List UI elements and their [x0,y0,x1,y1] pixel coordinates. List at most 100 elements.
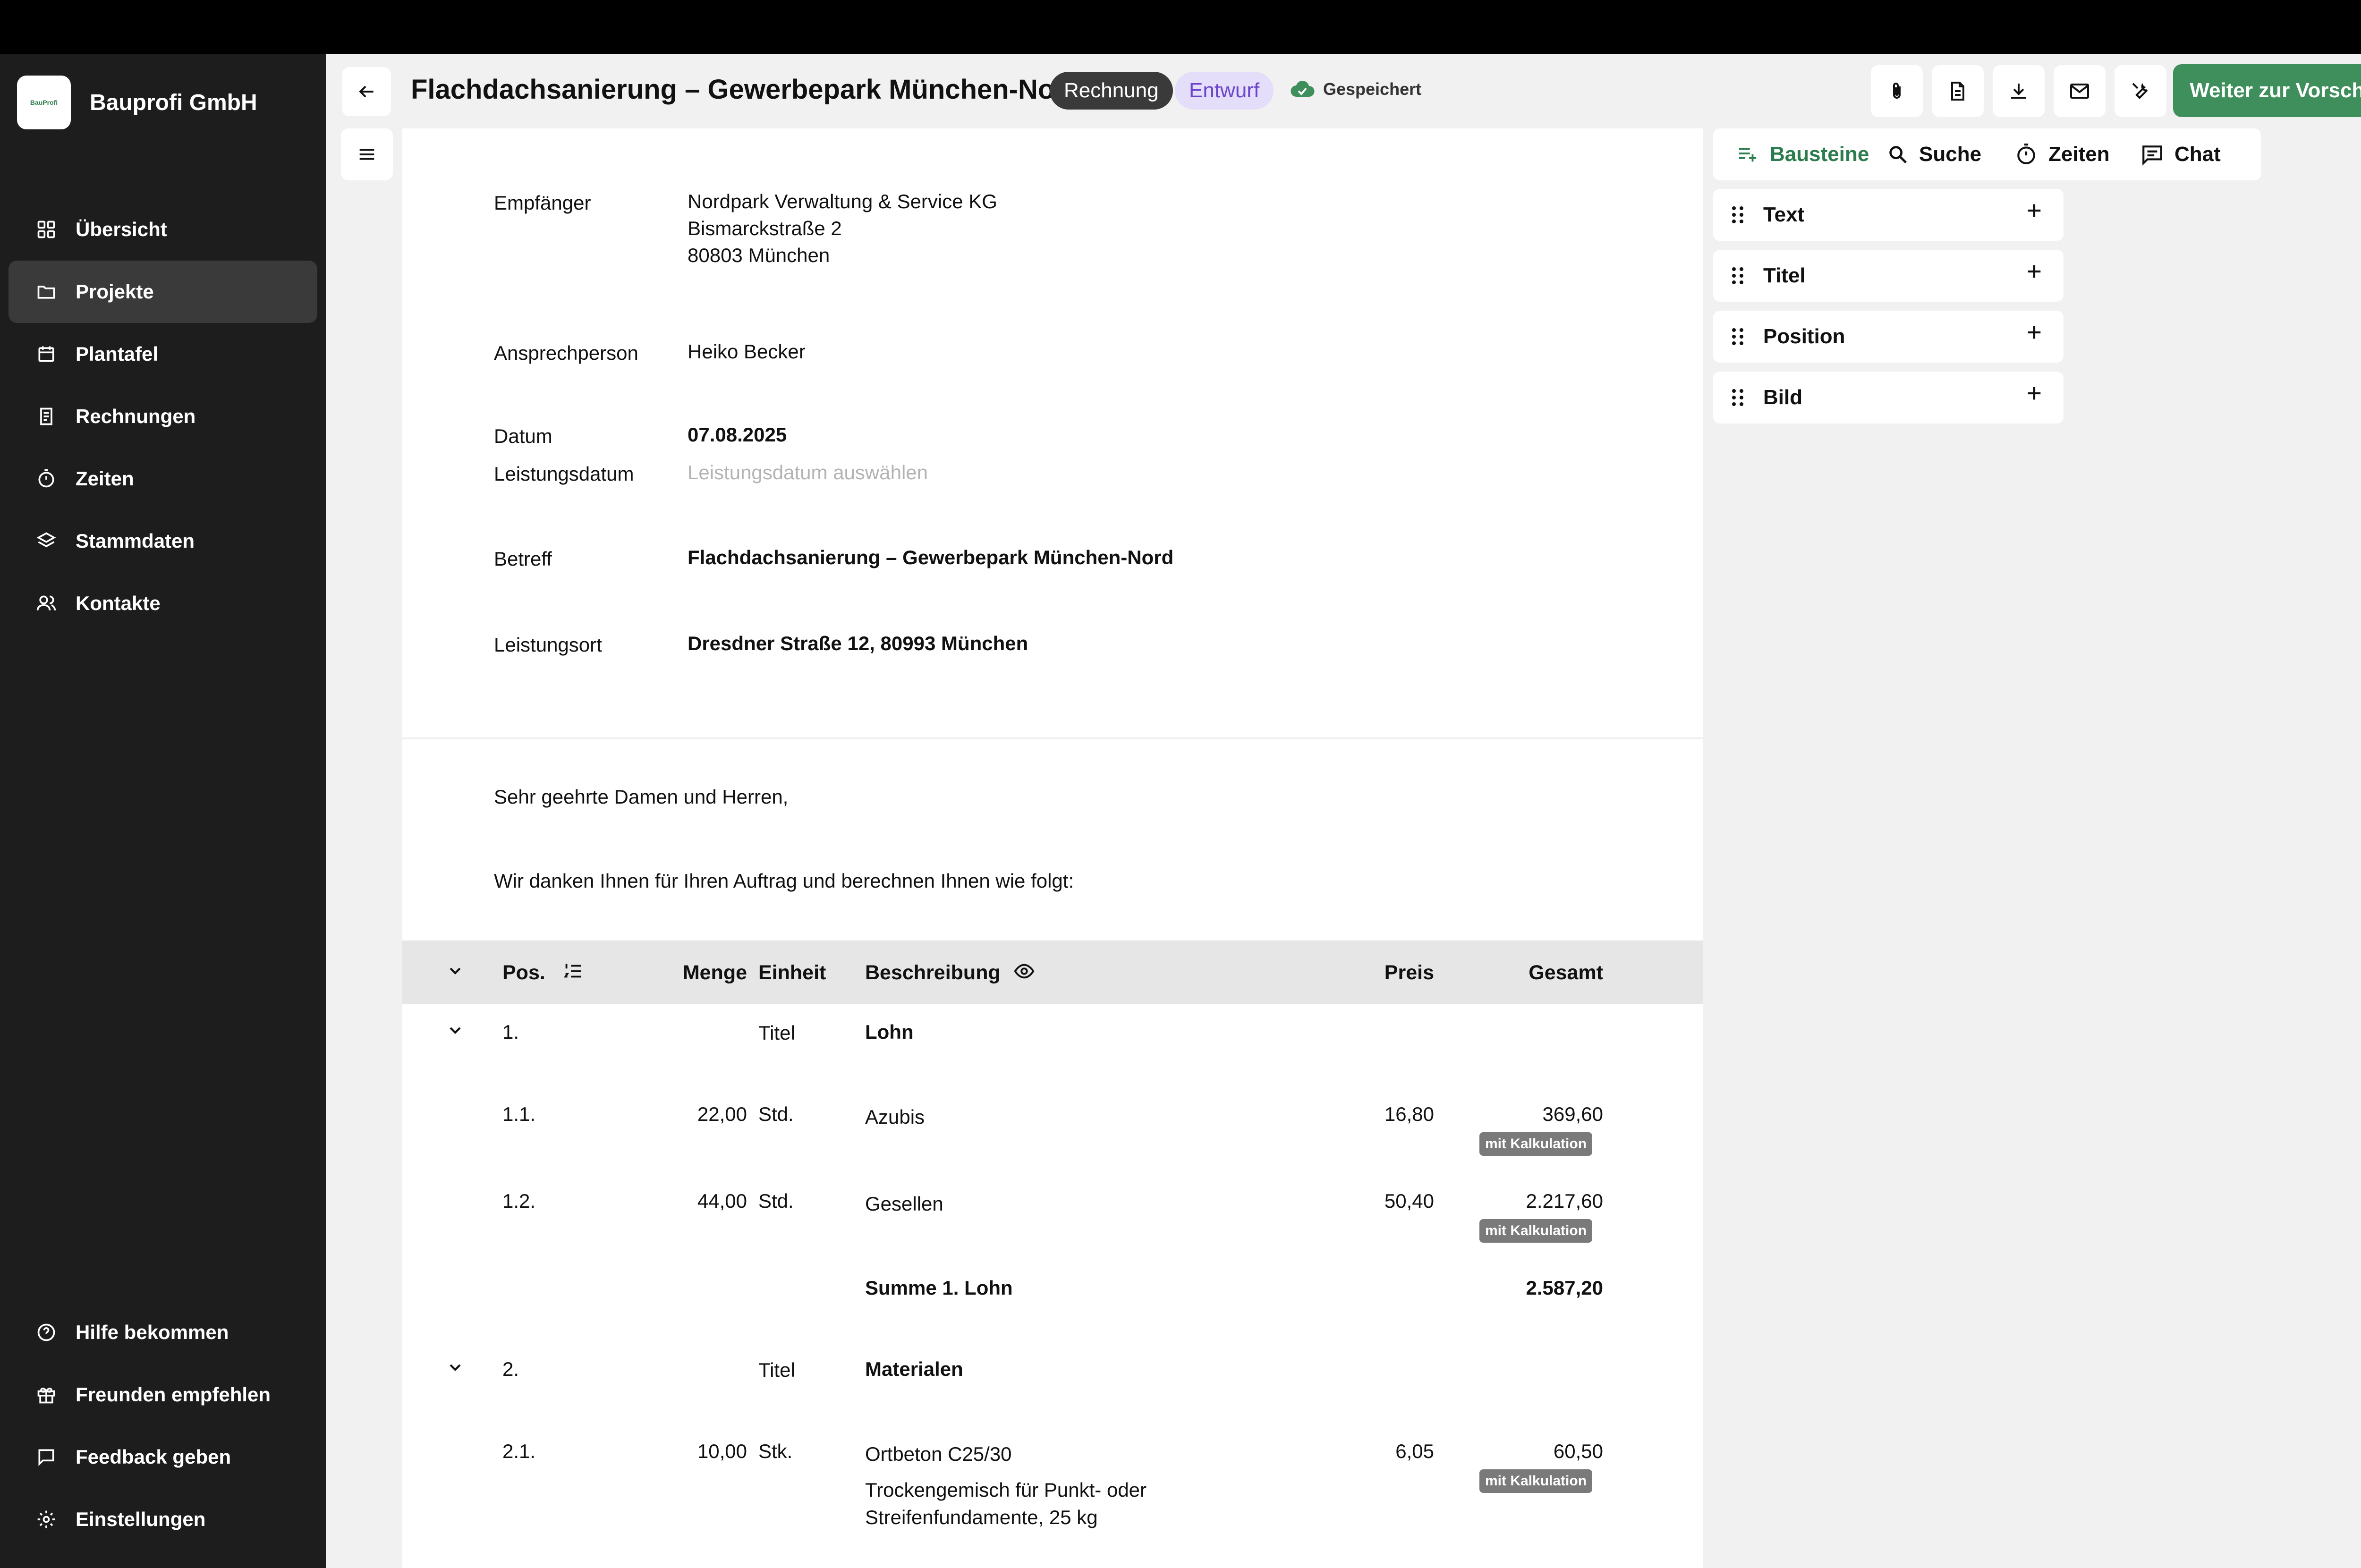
back-button[interactable] [342,67,391,116]
drag-handle-icon[interactable] [1731,205,1744,224]
subject-value[interactable]: Flachdachsanierung – Gewerbepark München… [688,544,1173,571]
row-description[interactable]: Azubis [865,1106,925,1128]
sidebar-item-label: Freunden empfehlen [76,1383,271,1406]
block-bild[interactable]: Bild [1713,372,2064,424]
download-button[interactable] [1993,65,2045,117]
chevron-down-icon[interactable] [446,961,465,980]
group-title[interactable]: Materialen [865,1358,963,1381]
date-value[interactable]: 07.08.2025 [688,421,787,448]
sidebar-item-rechnungen[interactable]: Rechnungen [8,385,317,448]
row-description[interactable]: Ortbeton C25/30 [865,1443,1012,1466]
block-titel[interactable]: Titel [1713,250,2064,302]
sidebar-item-plantafel[interactable]: Plantafel [8,323,317,385]
sidebar-item-label: Übersicht [76,218,167,240]
recipient-address[interactable]: Nordpark Verwaltung & Service KG Bismarc… [688,188,997,269]
greeting-text[interactable]: Sehr geehrte Damen und Herren, [494,786,788,808]
numbered-list-icon[interactable] [562,960,584,982]
tab-suche[interactable]: Suche [1887,128,1981,180]
group-title[interactable]: Lohn [865,1021,914,1043]
row-detail[interactable]: Trockengemisch für Punkt- oder [865,1479,1147,1501]
drag-handle-icon[interactable] [1731,388,1744,407]
sidebar-item-empfehlen[interactable]: Freunden empfehlen [8,1364,317,1426]
calendar-icon [38,346,54,362]
tab-zeiten[interactable]: Zeiten [2014,128,2110,180]
plus-icon[interactable] [2025,323,2044,342]
plus-icon[interactable] [2025,201,2044,220]
contact-value[interactable]: Heiko Becker [688,338,806,365]
chevron-down-icon[interactable] [446,1358,465,1377]
right-panel-tabs: Bausteine Suche Zeiten Chat [1713,128,2261,180]
location-value[interactable]: Dresdner Straße 12, 80993 München [688,630,1028,657]
row-quantity[interactable]: 44,00 [629,1190,747,1212]
sidebar-item-stammdaten[interactable]: Stammdaten [8,510,317,572]
stopwatch-icon [38,469,54,488]
tab-bausteine[interactable]: Bausteine [1735,128,1869,180]
tab-chat[interactable]: Chat [2140,128,2221,180]
row-pos: 2.1. [502,1440,536,1462]
sidebar-item-uebersicht[interactable]: Übersicht [8,198,317,261]
sidebar-item-zeiten[interactable]: Zeiten [8,448,317,510]
calculation-badge[interactable]: mit Kalkulation [1479,1469,1593,1493]
calculation-badge[interactable]: mit Kalkulation [1479,1219,1593,1243]
row-detail[interactable]: Streifenfundamente, 25 kg [865,1506,1098,1529]
feedback-icon [38,1449,54,1466]
sidebar-item-label: Feedback geben [76,1446,231,1468]
drag-handle-icon[interactable] [1731,266,1744,285]
group-pos: 1. [502,1021,519,1043]
row-quantity[interactable]: 10,00 [629,1440,747,1463]
row-unit[interactable]: Std. [758,1103,794,1126]
row-quantity[interactable]: 22,00 [629,1103,747,1126]
intro-text[interactable]: Wir danken Ihnen für Ihren Auftrag und b… [494,870,1074,892]
chat-icon [2142,145,2162,166]
layers-icon [36,532,56,548]
sidebar-item-hilfe[interactable]: Hilfe bekommen [8,1301,317,1364]
mail-button[interactable] [2054,65,2106,117]
col-pos: Pos. [502,961,545,984]
sidebar-item-projekte[interactable]: Projekte [8,261,317,323]
tab-label: Zeiten [2048,143,2110,166]
group-pos: 2. [502,1358,519,1380]
col-einheit: Einheit [758,961,826,984]
save-status-label: Gespeichert [1323,79,1422,99]
tools-button[interactable] [2115,65,2166,117]
sidebar-item-label: Stammdaten [76,530,195,552]
location-label: Leistungsort [494,634,602,656]
brand-name: Bauprofi GmbH [90,90,257,115]
sidebar-item-kontakte[interactable]: Kontakte [8,572,317,635]
gear-icon [37,1510,55,1528]
page-title: Flachdachsanierung – Gewerbepark München… [411,74,1082,105]
chevron-down-icon[interactable] [446,1021,465,1040]
service-date-input[interactable]: Leistungsdatum auswählen [688,459,928,486]
row-unit[interactable]: Stk. [758,1440,792,1463]
block-position[interactable]: Position [1713,311,2064,363]
attachment-button[interactable] [1871,65,1923,117]
eye-icon[interactable] [1012,960,1036,982]
drag-handle-icon[interactable] [1731,327,1744,346]
block-label: Position [1763,325,1845,348]
sidebar-item-einstellungen[interactable]: Einstellungen [8,1488,317,1551]
row-description[interactable]: Gesellen [865,1193,943,1215]
document-button[interactable] [1932,65,1984,117]
outline-menu-button[interactable] [341,128,393,180]
sidebar-item-label: Plantafel [76,343,159,365]
playlist-add-icon [1739,148,1757,162]
plus-icon[interactable] [2025,262,2044,281]
col-menge: Menge [682,961,747,984]
sidebar-bottom-nav: Hilfe bekommen Freunden empfehlen Feedba… [8,1301,317,1551]
row-total: 2.217,60 [1526,1190,1604,1212]
hamburger-icon [359,149,374,160]
plus-icon[interactable] [2025,384,2044,403]
block-text[interactable]: Text [1713,189,2064,241]
preview-button[interactable]: Weiter zur Vorschau [2173,64,2361,117]
tools-icon [2132,83,2148,99]
folder-icon [37,286,55,299]
calculation-badge[interactable]: mit Kalkulation [1479,1132,1593,1156]
brand[interactable]: BauProfi Bauprofi GmbH [17,76,257,129]
sidebar-item-feedback[interactable]: Feedback geben [8,1426,317,1488]
row-unit[interactable]: Std. [758,1190,794,1212]
tab-label: Bausteine [1770,143,1869,166]
brand-logo: BauProfi [17,76,71,129]
group-unit: Titel [758,1359,795,1381]
receipt-icon [40,407,52,425]
document-type-badge: Rechnung [1050,72,1173,110]
